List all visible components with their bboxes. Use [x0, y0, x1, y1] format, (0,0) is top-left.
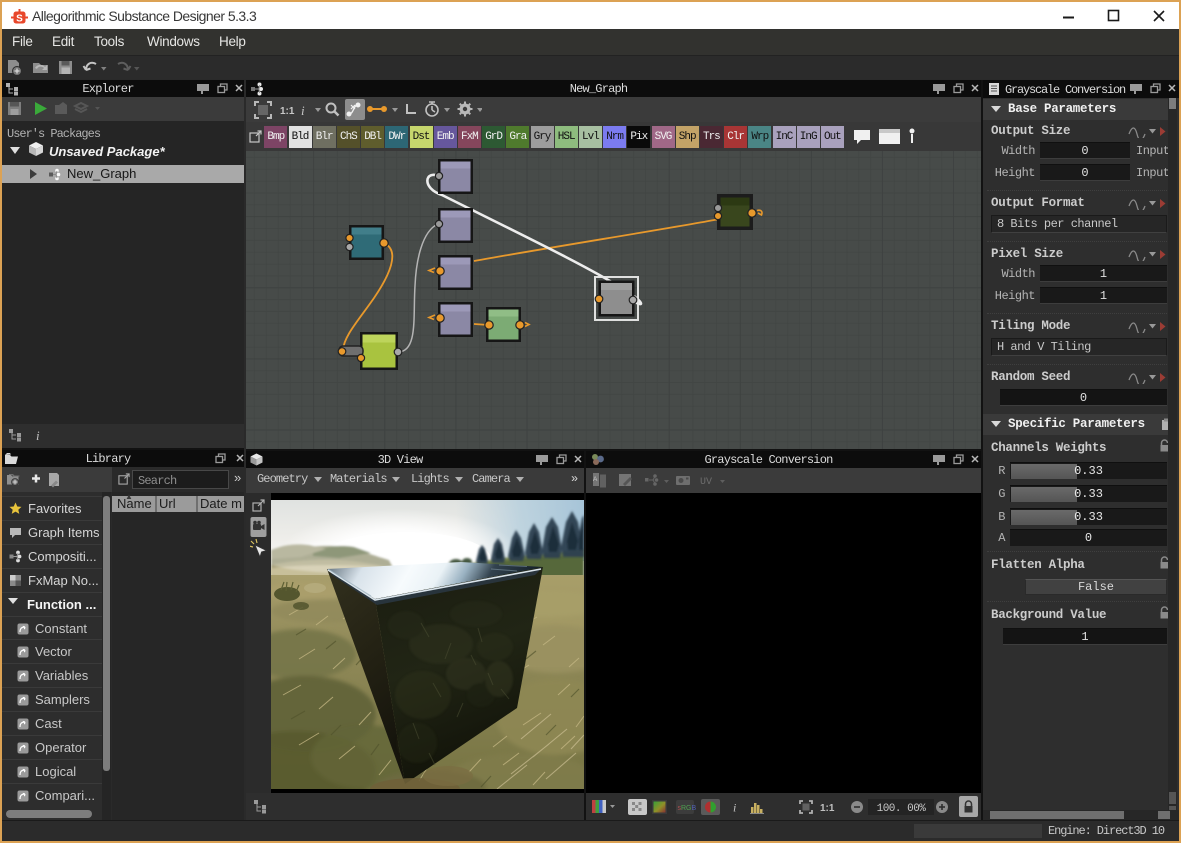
svg-text:1:1: 1:1: [820, 803, 835, 814]
svg-text:UV: UV: [700, 477, 712, 488]
svg-text:sRGB: sRGB: [678, 805, 697, 812]
svg-text:100. 00%: 100. 00%: [877, 803, 927, 815]
svg-text:i: i: [36, 428, 40, 443]
svg-text:A: A: [593, 476, 598, 483]
svg-text:S: S: [16, 14, 23, 25]
svg-text:i: i: [733, 801, 736, 815]
svg-text:1:1: 1:1: [280, 106, 295, 117]
svg-text:i: i: [301, 103, 305, 118]
